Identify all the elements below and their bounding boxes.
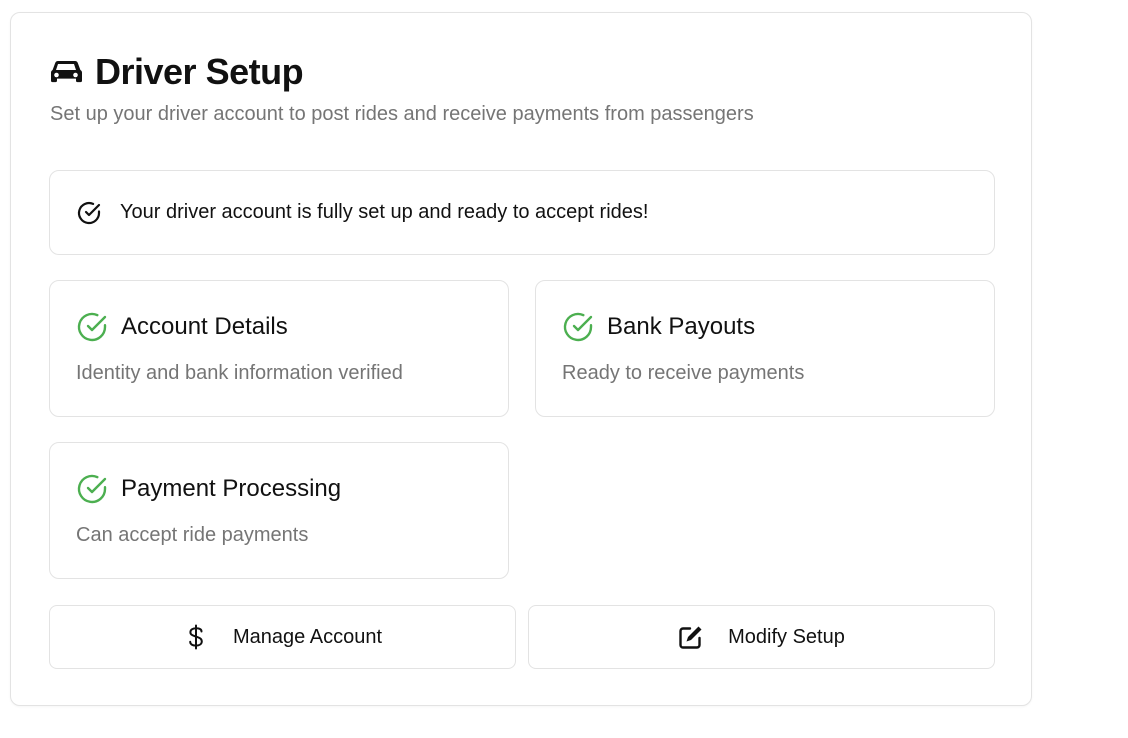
status-card-account-details: Account Details Identity and bank inform… <box>49 280 509 417</box>
page-subtitle: Set up your driver account to post rides… <box>50 103 754 125</box>
alert-text: Your driver account is fully set up and … <box>120 201 649 223</box>
manage-account-button[interactable]: Manage Account <box>49 605 516 669</box>
check-circle-icon <box>76 200 102 226</box>
setup-complete-alert: Your driver account is fully set up and … <box>49 170 995 255</box>
modify-setup-label: Modify Setup <box>728 625 845 648</box>
status-card-label: Bank Payouts <box>607 313 756 340</box>
status-card-label: Account Details <box>121 313 288 340</box>
driver-setup-card: Driver Setup Set up your driver account … <box>10 12 1032 706</box>
status-card-bank-payouts: Bank Payouts Ready to receive payments <box>535 280 995 417</box>
status-card-description: Identity and bank information verified <box>76 362 403 384</box>
page-title: Driver Setup <box>95 51 304 92</box>
status-card-description: Can accept ride payments <box>76 524 309 546</box>
status-card-description: Ready to receive payments <box>562 362 805 384</box>
check-circle-icon <box>76 473 108 505</box>
modify-setup-button[interactable]: Modify Setup <box>528 605 995 669</box>
dollar-icon <box>183 624 209 650</box>
check-circle-icon <box>562 311 594 343</box>
status-card-label: Payment Processing <box>121 475 342 502</box>
manage-account-label: Manage Account <box>233 625 382 648</box>
status-card-payment-processing: Payment Processing Can accept ride payme… <box>49 442 509 579</box>
check-circle-icon <box>76 311 108 343</box>
edit-icon <box>678 624 704 650</box>
header: Driver Setup <box>49 51 304 93</box>
car-icon <box>49 57 83 87</box>
